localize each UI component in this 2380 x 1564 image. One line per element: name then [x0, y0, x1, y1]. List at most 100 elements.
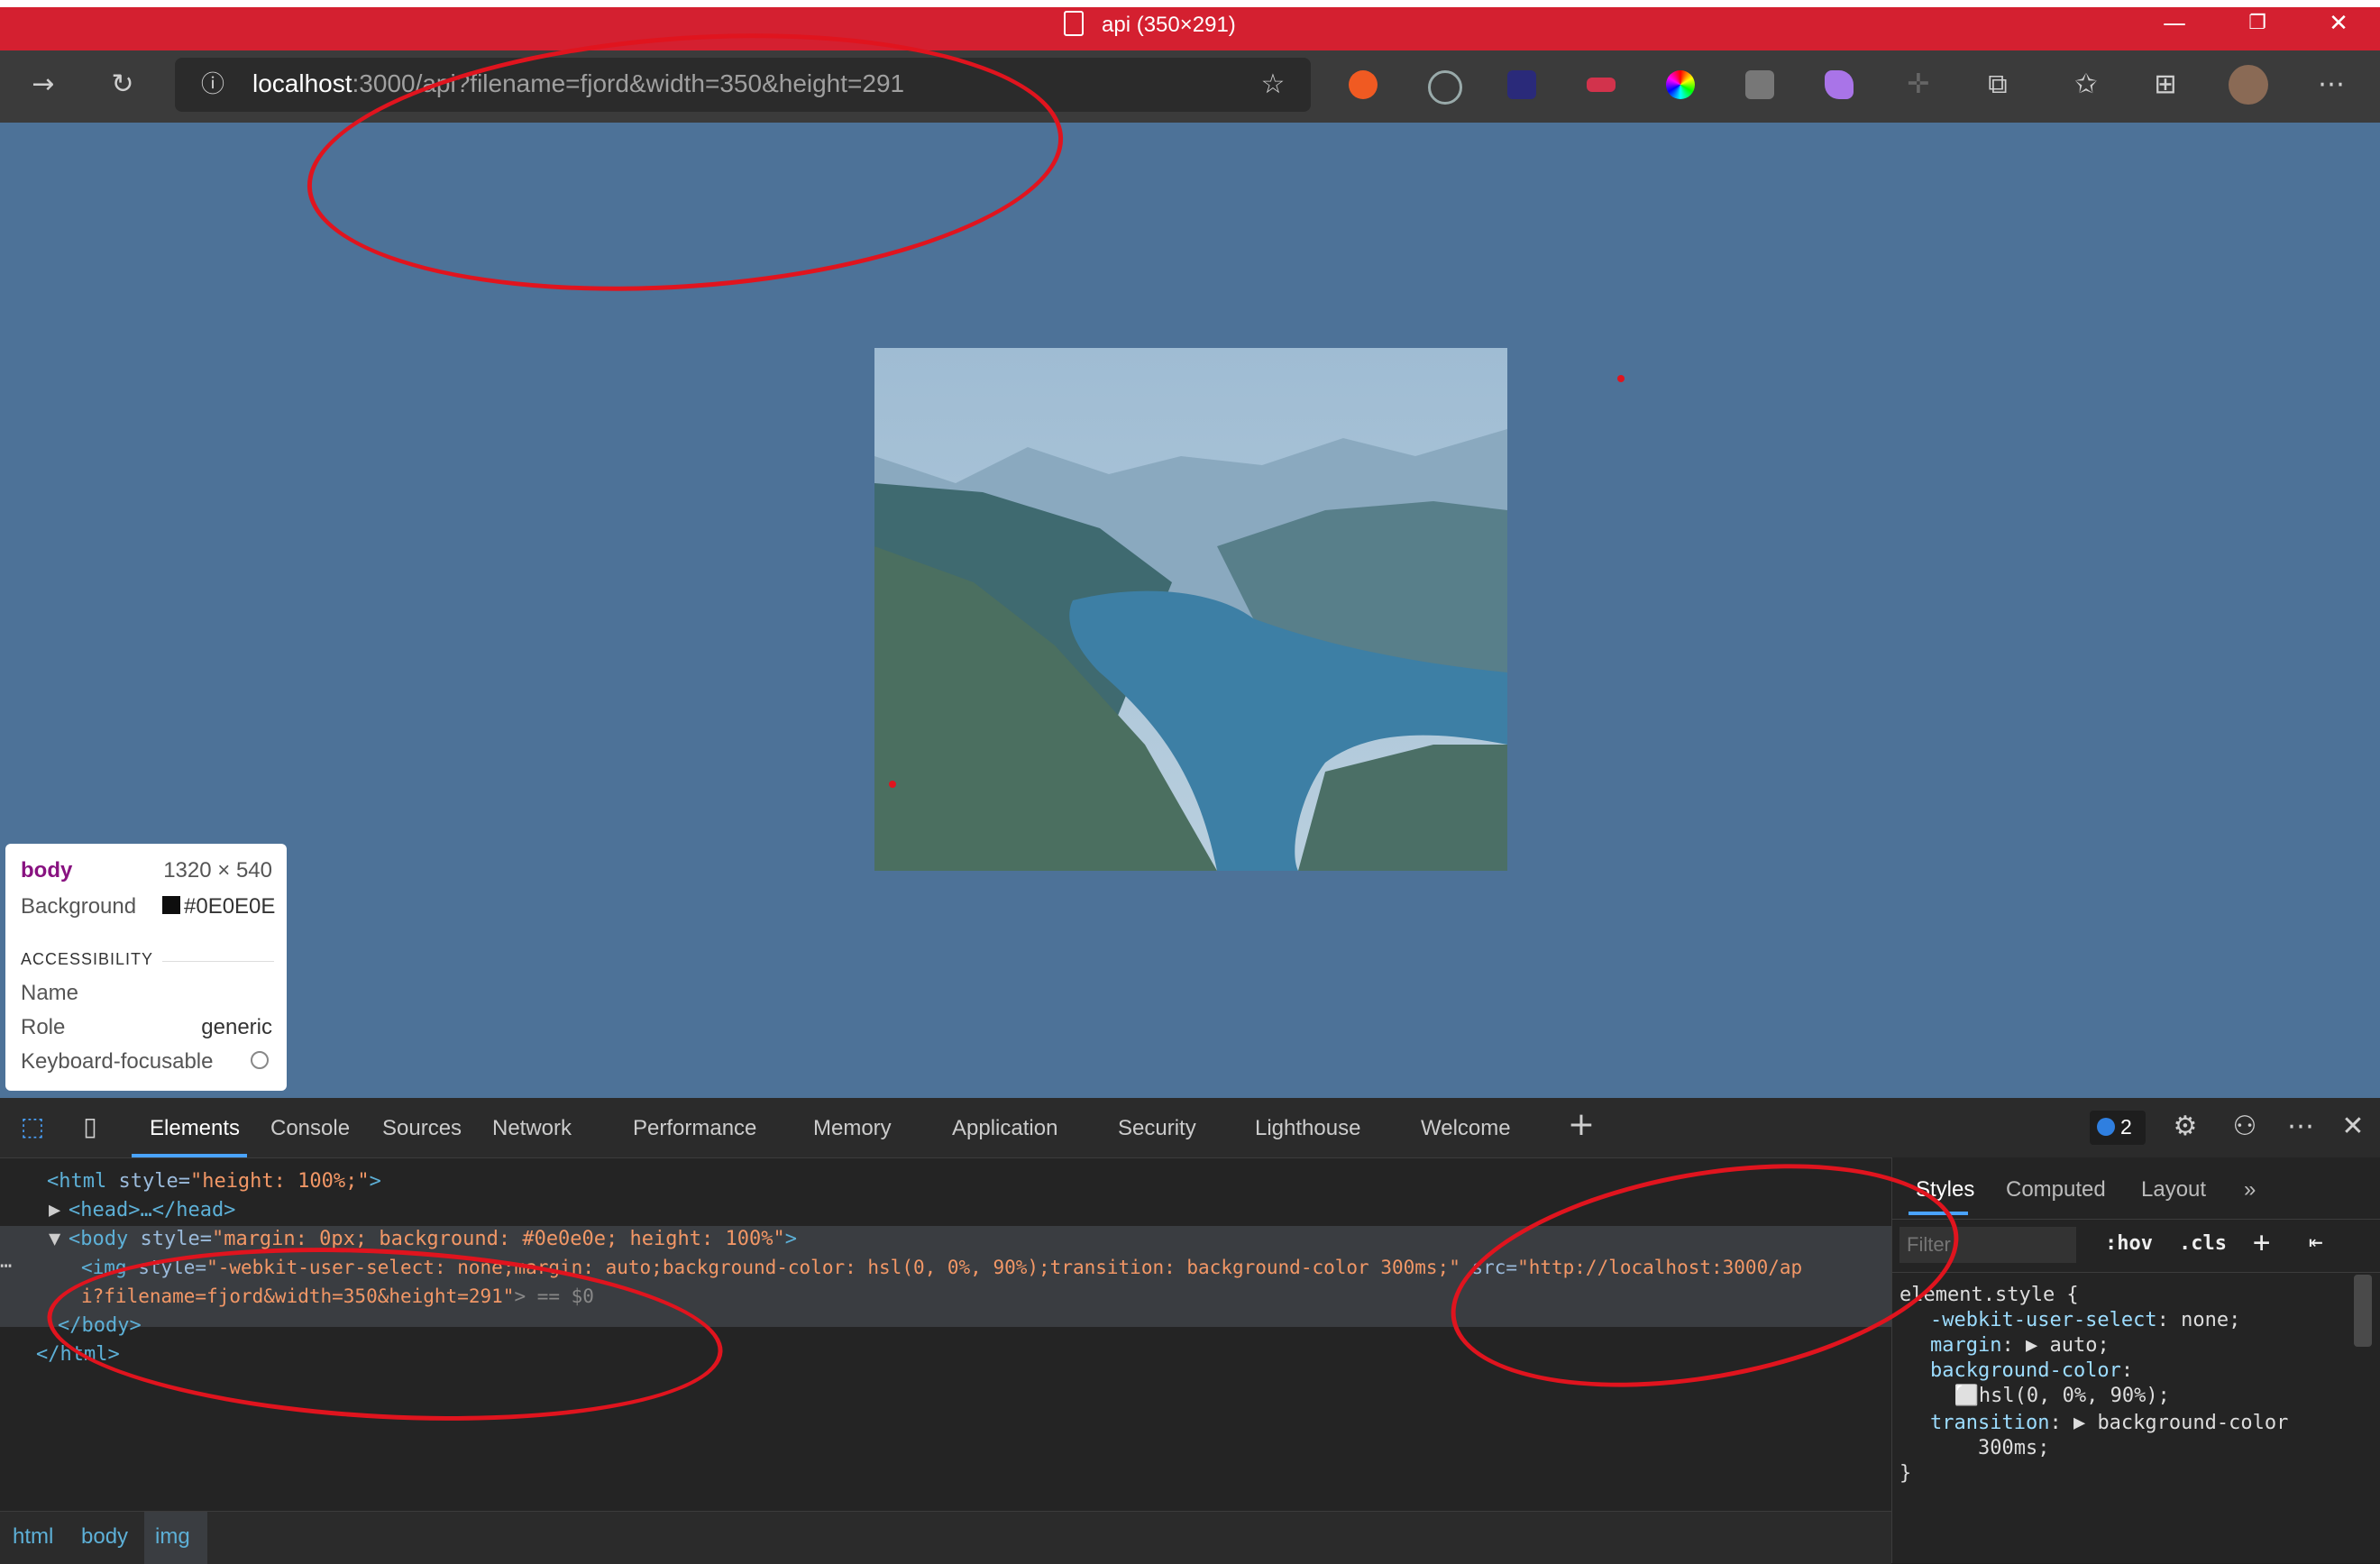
- profile-avatar[interactable]: [2229, 65, 2268, 105]
- attr-name: style=: [128, 1228, 212, 1250]
- tab-console[interactable]: Console: [270, 1116, 350, 1141]
- window-title: api (350×291): [1102, 13, 1236, 37]
- minimize-button[interactable]: —: [2156, 5, 2192, 41]
- row-more-icon[interactable]: ⋯: [0, 1255, 12, 1277]
- styles-pane: Styles Computed Layout » :hov .cls + ⇤ e…: [1891, 1157, 2380, 1563]
- forward-arrow-icon[interactable]: →: [25, 67, 61, 103]
- dock-settings-icon[interactable]: ⚇: [2227, 1109, 2263, 1145]
- tab-sources[interactable]: Sources: [382, 1116, 462, 1141]
- tab-memory[interactable]: Memory: [813, 1116, 892, 1141]
- tag-name: <body: [69, 1228, 129, 1250]
- css-value: ▶ auto;: [2013, 1334, 2110, 1357]
- device-toolbar-icon[interactable]: ▯: [72, 1109, 108, 1145]
- red-dot-marker: [1617, 375, 1625, 382]
- tab-lighthouse[interactable]: Lighthouse: [1255, 1116, 1360, 1141]
- browser-toolbar: → ↻ ⓘ localhost:3000/api?filename=fjord&…: [0, 50, 2380, 123]
- tooltip-background-label: Background: [21, 894, 137, 919]
- chat-icon: [2097, 1118, 2115, 1136]
- window-titlebar: api (350×291) — ❐ ✕: [0, 0, 2380, 50]
- css-property: transition: [1930, 1412, 2050, 1434]
- tooltip-name-label: Name: [21, 981, 79, 1005]
- extension-plus-icon[interactable]: [1349, 70, 1378, 99]
- css-value: none;: [2168, 1309, 2241, 1331]
- tab-welcome[interactable]: Welcome: [1421, 1116, 1511, 1141]
- new-rule-icon[interactable]: +: [2253, 1225, 2270, 1259]
- css-value-line: 300ms;: [1930, 1437, 2050, 1459]
- css-rule[interactable]: background-color:: [1930, 1359, 2133, 1382]
- dom-node-body[interactable]: <body style="margin: 0px; background: #0…: [69, 1228, 797, 1250]
- tooltip-role-label: Role: [21, 1015, 66, 1039]
- tooltip-accessibility-heading: ACCESSIBILITY: [21, 950, 154, 968]
- toggle-sidebar-icon[interactable]: ⇤: [2309, 1229, 2323, 1256]
- tab-security[interactable]: Security: [1118, 1116, 1196, 1141]
- tab-computed[interactable]: Computed: [2006, 1177, 2106, 1203]
- attr-name: style=: [106, 1170, 190, 1193]
- styles-scrollbar[interactable]: [2354, 1275, 2372, 1347]
- tab-performance[interactable]: Performance: [633, 1116, 756, 1141]
- css-close-brace: }: [1899, 1462, 1912, 1485]
- close-devtools-icon[interactable]: ✕: [2335, 1109, 2371, 1145]
- add-favorite-icon[interactable]: ☆: [1255, 67, 1291, 103]
- breadcrumb-html[interactable]: html: [13, 1524, 53, 1550]
- tooltip-divider: [162, 961, 274, 962]
- close-window-button[interactable]: ✕: [2320, 5, 2357, 41]
- not-focusable-icon: [251, 1051, 269, 1069]
- breadcrumb-img[interactable]: img: [155, 1524, 190, 1550]
- collections-icon[interactable]: ⊞: [2147, 67, 2183, 103]
- more-tabs-icon[interactable]: »: [2244, 1177, 2256, 1203]
- tooltip-role-value: generic: [201, 1015, 272, 1039]
- devtools-tab-bar: ⬚ ▯ Elements Console Sources Network Per…: [0, 1098, 2380, 1158]
- document-icon: [1064, 11, 1084, 36]
- extension-red-icon[interactable]: [1587, 78, 1616, 92]
- extensions-puzzle-icon[interactable]: ⧉: [1980, 67, 2016, 103]
- tag-end: >: [369, 1170, 381, 1193]
- tooltip-background-value: #0E0E0E: [184, 894, 276, 919]
- css-value: ▶ background-color: [2061, 1412, 2289, 1434]
- tooltip-element-name: body: [21, 858, 73, 883]
- extension-purple-icon[interactable]: [1825, 70, 1854, 99]
- dom-node-html[interactable]: <html style="height: 100%;">: [47, 1170, 381, 1193]
- extension-move-icon[interactable]: ✛: [1900, 67, 1936, 103]
- css-rule[interactable]: margin: ▶ auto;: [1930, 1334, 2110, 1357]
- breadcrumb-body[interactable]: body: [81, 1524, 128, 1550]
- page-viewport: body 1320 × 540 Background #0E0E0E ACCES…: [0, 123, 2380, 1098]
- collapse-arrow-icon[interactable]: ▼: [49, 1228, 60, 1250]
- more-menu-icon[interactable]: ⋯: [2313, 67, 2349, 103]
- css-rule[interactable]: -webkit-user-select: none;: [1930, 1309, 2240, 1331]
- tab-elements[interactable]: Elements: [150, 1116, 240, 1141]
- url-host: localhost: [252, 69, 352, 97]
- css-property: margin: [1930, 1334, 2002, 1357]
- favorites-icon[interactable]: ✩: [2068, 67, 2104, 103]
- restore-button[interactable]: ❐: [2239, 5, 2275, 41]
- issues-count: 2: [2120, 1115, 2132, 1139]
- tab-network[interactable]: Network: [492, 1116, 572, 1141]
- tooltip-focusable-label: Keyboard-focusable: [21, 1049, 214, 1074]
- extension-camera-icon[interactable]: [1745, 70, 1774, 99]
- styles-toolbar: :hov .cls + ⇤: [1892, 1219, 2380, 1273]
- site-info-icon[interactable]: ⓘ: [195, 67, 231, 103]
- fjord-image[interactable]: [874, 348, 1507, 871]
- issues-badge[interactable]: 2: [2090, 1111, 2146, 1145]
- extension-color-wheel-icon[interactable]: [1666, 70, 1695, 99]
- expand-arrow-icon[interactable]: ▶: [49, 1199, 60, 1221]
- css-rule[interactable]: transition: ▶ background-color: [1930, 1412, 2288, 1434]
- titlebar-top-strip: [0, 0, 2380, 7]
- css-value-line: ⬜hsl(0, 0%, 90%);: [1930, 1385, 2170, 1407]
- cls-button[interactable]: .cls: [2179, 1232, 2227, 1255]
- add-tab-icon[interactable]: +: [1563, 1107, 1599, 1143]
- tag-end: >: [784, 1228, 797, 1250]
- tab-application[interactable]: Application: [952, 1116, 1057, 1141]
- css-property: -webkit-user-select: [1930, 1309, 2157, 1331]
- settings-gear-icon[interactable]: ⚙: [2167, 1109, 2203, 1145]
- devtools-more-icon[interactable]: ⋯: [2283, 1109, 2319, 1145]
- attr-value: "height: 100%;": [189, 1170, 370, 1193]
- inspect-element-icon[interactable]: ⬚: [14, 1109, 50, 1145]
- extension-eye-icon[interactable]: [1507, 70, 1536, 99]
- refresh-icon[interactable]: ↻: [105, 67, 141, 103]
- breadcrumb: html body img: [0, 1511, 1891, 1564]
- dom-node-head[interactable]: <head>…</head>: [69, 1199, 235, 1221]
- tooltip-size: 1320 × 540: [163, 858, 272, 883]
- extension-gauge-icon[interactable]: [1428, 70, 1462, 105]
- tab-layout[interactable]: Layout: [2141, 1177, 2206, 1203]
- hov-button[interactable]: :hov: [2105, 1232, 2153, 1255]
